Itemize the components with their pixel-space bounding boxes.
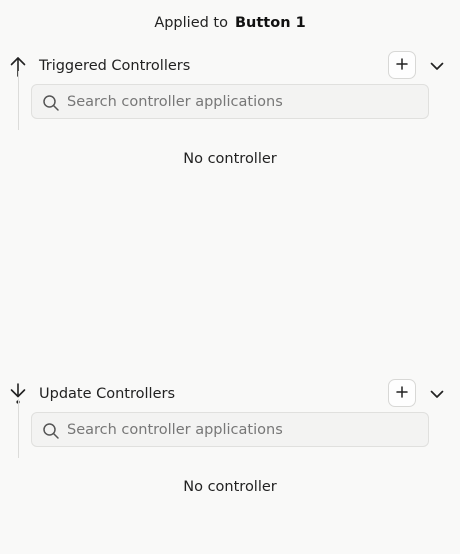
chevron-down-icon: [428, 60, 446, 79]
add-controller-button[interactable]: [388, 51, 416, 79]
collapse-section-button[interactable]: [428, 385, 446, 403]
chevron-down-icon: [428, 388, 446, 407]
search-controller-input[interactable]: [67, 413, 422, 446]
controllers-panel: Applied to Button 1 Triggered Controllers: [0, 0, 460, 554]
empty-state-text: No controller: [183, 151, 277, 167]
search-controller-input[interactable]: [67, 85, 422, 118]
section-title: Update Controllers: [39, 386, 176, 402]
applied-target-name: Button 1: [235, 15, 306, 31]
section-rail: [18, 399, 19, 458]
section-rail: [18, 71, 19, 130]
add-controller-button[interactable]: [388, 379, 416, 407]
applied-to-header: Applied to Button 1: [0, 13, 460, 33]
section-header: Update Controllers: [0, 379, 460, 409]
search-box[interactable]: [31, 84, 429, 119]
applied-to-label: Applied to: [154, 15, 228, 31]
collapse-section-button[interactable]: [428, 57, 446, 75]
search-icon: [42, 94, 60, 112]
section-header: Triggered Controllers: [0, 51, 460, 81]
empty-state-text: No controller: [183, 479, 277, 495]
search-icon: [42, 422, 60, 440]
plus-icon: [395, 384, 409, 403]
plus-icon: [395, 56, 409, 75]
section-title: Triggered Controllers: [39, 58, 191, 74]
search-box[interactable]: [31, 412, 429, 447]
